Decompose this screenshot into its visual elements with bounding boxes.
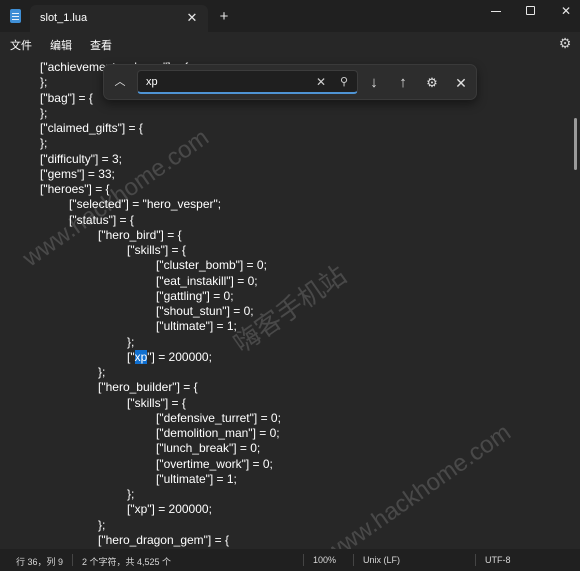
code-line: ["defensive_turret"] = 0;: [156, 410, 281, 425]
maximize-icon: [526, 6, 535, 15]
code-line: };: [40, 105, 48, 120]
code-line: };: [127, 334, 135, 349]
encoding[interactable]: UTF-8: [485, 555, 511, 565]
find-options-icon[interactable]: ⚙: [422, 73, 442, 93]
tab-title: slot_1.lua: [40, 12, 88, 24]
status-divider: [303, 554, 304, 566]
title-bar: slot_1.lua ✕ + ✕: [0, 0, 580, 32]
status-divider: [72, 554, 73, 566]
code-line: ["ultimate"] = 1;: [156, 471, 237, 486]
code-line: ["skills"] = {: [127, 243, 186, 257]
zoom-level[interactable]: 100%: [313, 555, 336, 565]
notepad-app-icon: [10, 9, 21, 23]
status-divider: [475, 554, 476, 566]
new-tab-button[interactable]: +: [216, 9, 232, 25]
search-icon[interactable]: ⚲: [337, 75, 351, 89]
settings-gear-icon[interactable]: ⚙: [557, 35, 573, 51]
code-line: ["xp"] = 200000;: [127, 502, 212, 517]
code-line: ["gems"] = 33;: [40, 166, 115, 181]
code-line: ["xp"] = 200000;: [127, 349, 212, 364]
close-find-button[interactable]: ✕: [451, 73, 471, 93]
code-line: ["shout_stun"] = 0;: [156, 304, 254, 318]
vertical-scrollbar[interactable]: [574, 118, 577, 170]
code-line: ["claimed_gifts"] = {: [40, 121, 143, 135]
code-line: ["difficulty"] = 3;: [40, 151, 123, 166]
code-line: ["selected"] = "hero_vesper";: [69, 197, 222, 212]
code-line: ["hero_dragon_gem"] = {: [98, 532, 229, 547]
code-line: };: [40, 75, 48, 90]
find-next-button[interactable]: ↓: [364, 73, 384, 93]
cursor-position: 行 36，列 9: [16, 557, 64, 567]
status-divider: [353, 554, 354, 566]
code-line: ["skills"] = {: [127, 395, 186, 410]
code-line: ["hero_builder"] = {: [98, 380, 198, 395]
menu-view[interactable]: 查看: [90, 37, 112, 53]
toggle-replace-chevron-icon[interactable]: ︿: [112, 74, 128, 90]
text-editor[interactable]: ["achievements_shown"] = {};["bag"] = {}…: [0, 56, 580, 548]
code-line: };: [98, 365, 106, 379]
maximize-button[interactable]: [513, 0, 549, 24]
code-line: ["overtime_work"] = 0;: [156, 456, 273, 471]
find-previous-button[interactable]: ↑: [393, 73, 413, 93]
menu-bar: 文件 编辑 查看 ⚙: [0, 32, 580, 56]
code-line: ["status"] = {: [69, 212, 134, 227]
code-line: ["eat_instakill"] = 0;: [156, 273, 258, 288]
code-line: };: [98, 517, 106, 532]
minimize-button[interactable]: [478, 0, 514, 24]
tab-close-icon[interactable]: ✕: [184, 10, 200, 26]
status-bar: 行 36，列 9 2 个字符，共 4,525 个 100% Unix (LF) …: [0, 549, 580, 571]
code-line: ["hero_bird"] = {: [98, 227, 182, 242]
find-panel: ︿ ✕ ⚲ ↓ ↑ ⚙ ✕: [103, 64, 477, 100]
line-ending[interactable]: Unix (LF): [363, 555, 400, 565]
code-line: };: [40, 136, 48, 151]
code-line: ["demolition_man"] = 0;: [156, 426, 280, 440]
menu-edit[interactable]: 编辑: [50, 37, 72, 53]
code-line: ["ultimate"] = 1;: [156, 319, 237, 334]
menu-file[interactable]: 文件: [10, 37, 32, 53]
minimize-icon: [491, 11, 501, 12]
code-line: ["gattling"] = 0;: [156, 288, 234, 303]
selection-count: 2 个字符，共 4,525 个: [82, 557, 172, 567]
code-line: ["lunch_break"] = 0;: [156, 441, 261, 456]
close-window-button[interactable]: ✕: [548, 0, 580, 24]
clear-search-icon[interactable]: ✕: [314, 75, 328, 89]
code-line: };: [127, 487, 135, 501]
code-line: ["heroes"] = {: [40, 182, 110, 196]
code-line: ["cluster_bomb"] = 0;: [156, 258, 267, 273]
tab-slot-1[interactable]: slot_1.lua ✕: [30, 5, 208, 32]
search-match-highlight: xp: [134, 349, 148, 364]
code-line: ["bag"] = {: [40, 90, 93, 105]
